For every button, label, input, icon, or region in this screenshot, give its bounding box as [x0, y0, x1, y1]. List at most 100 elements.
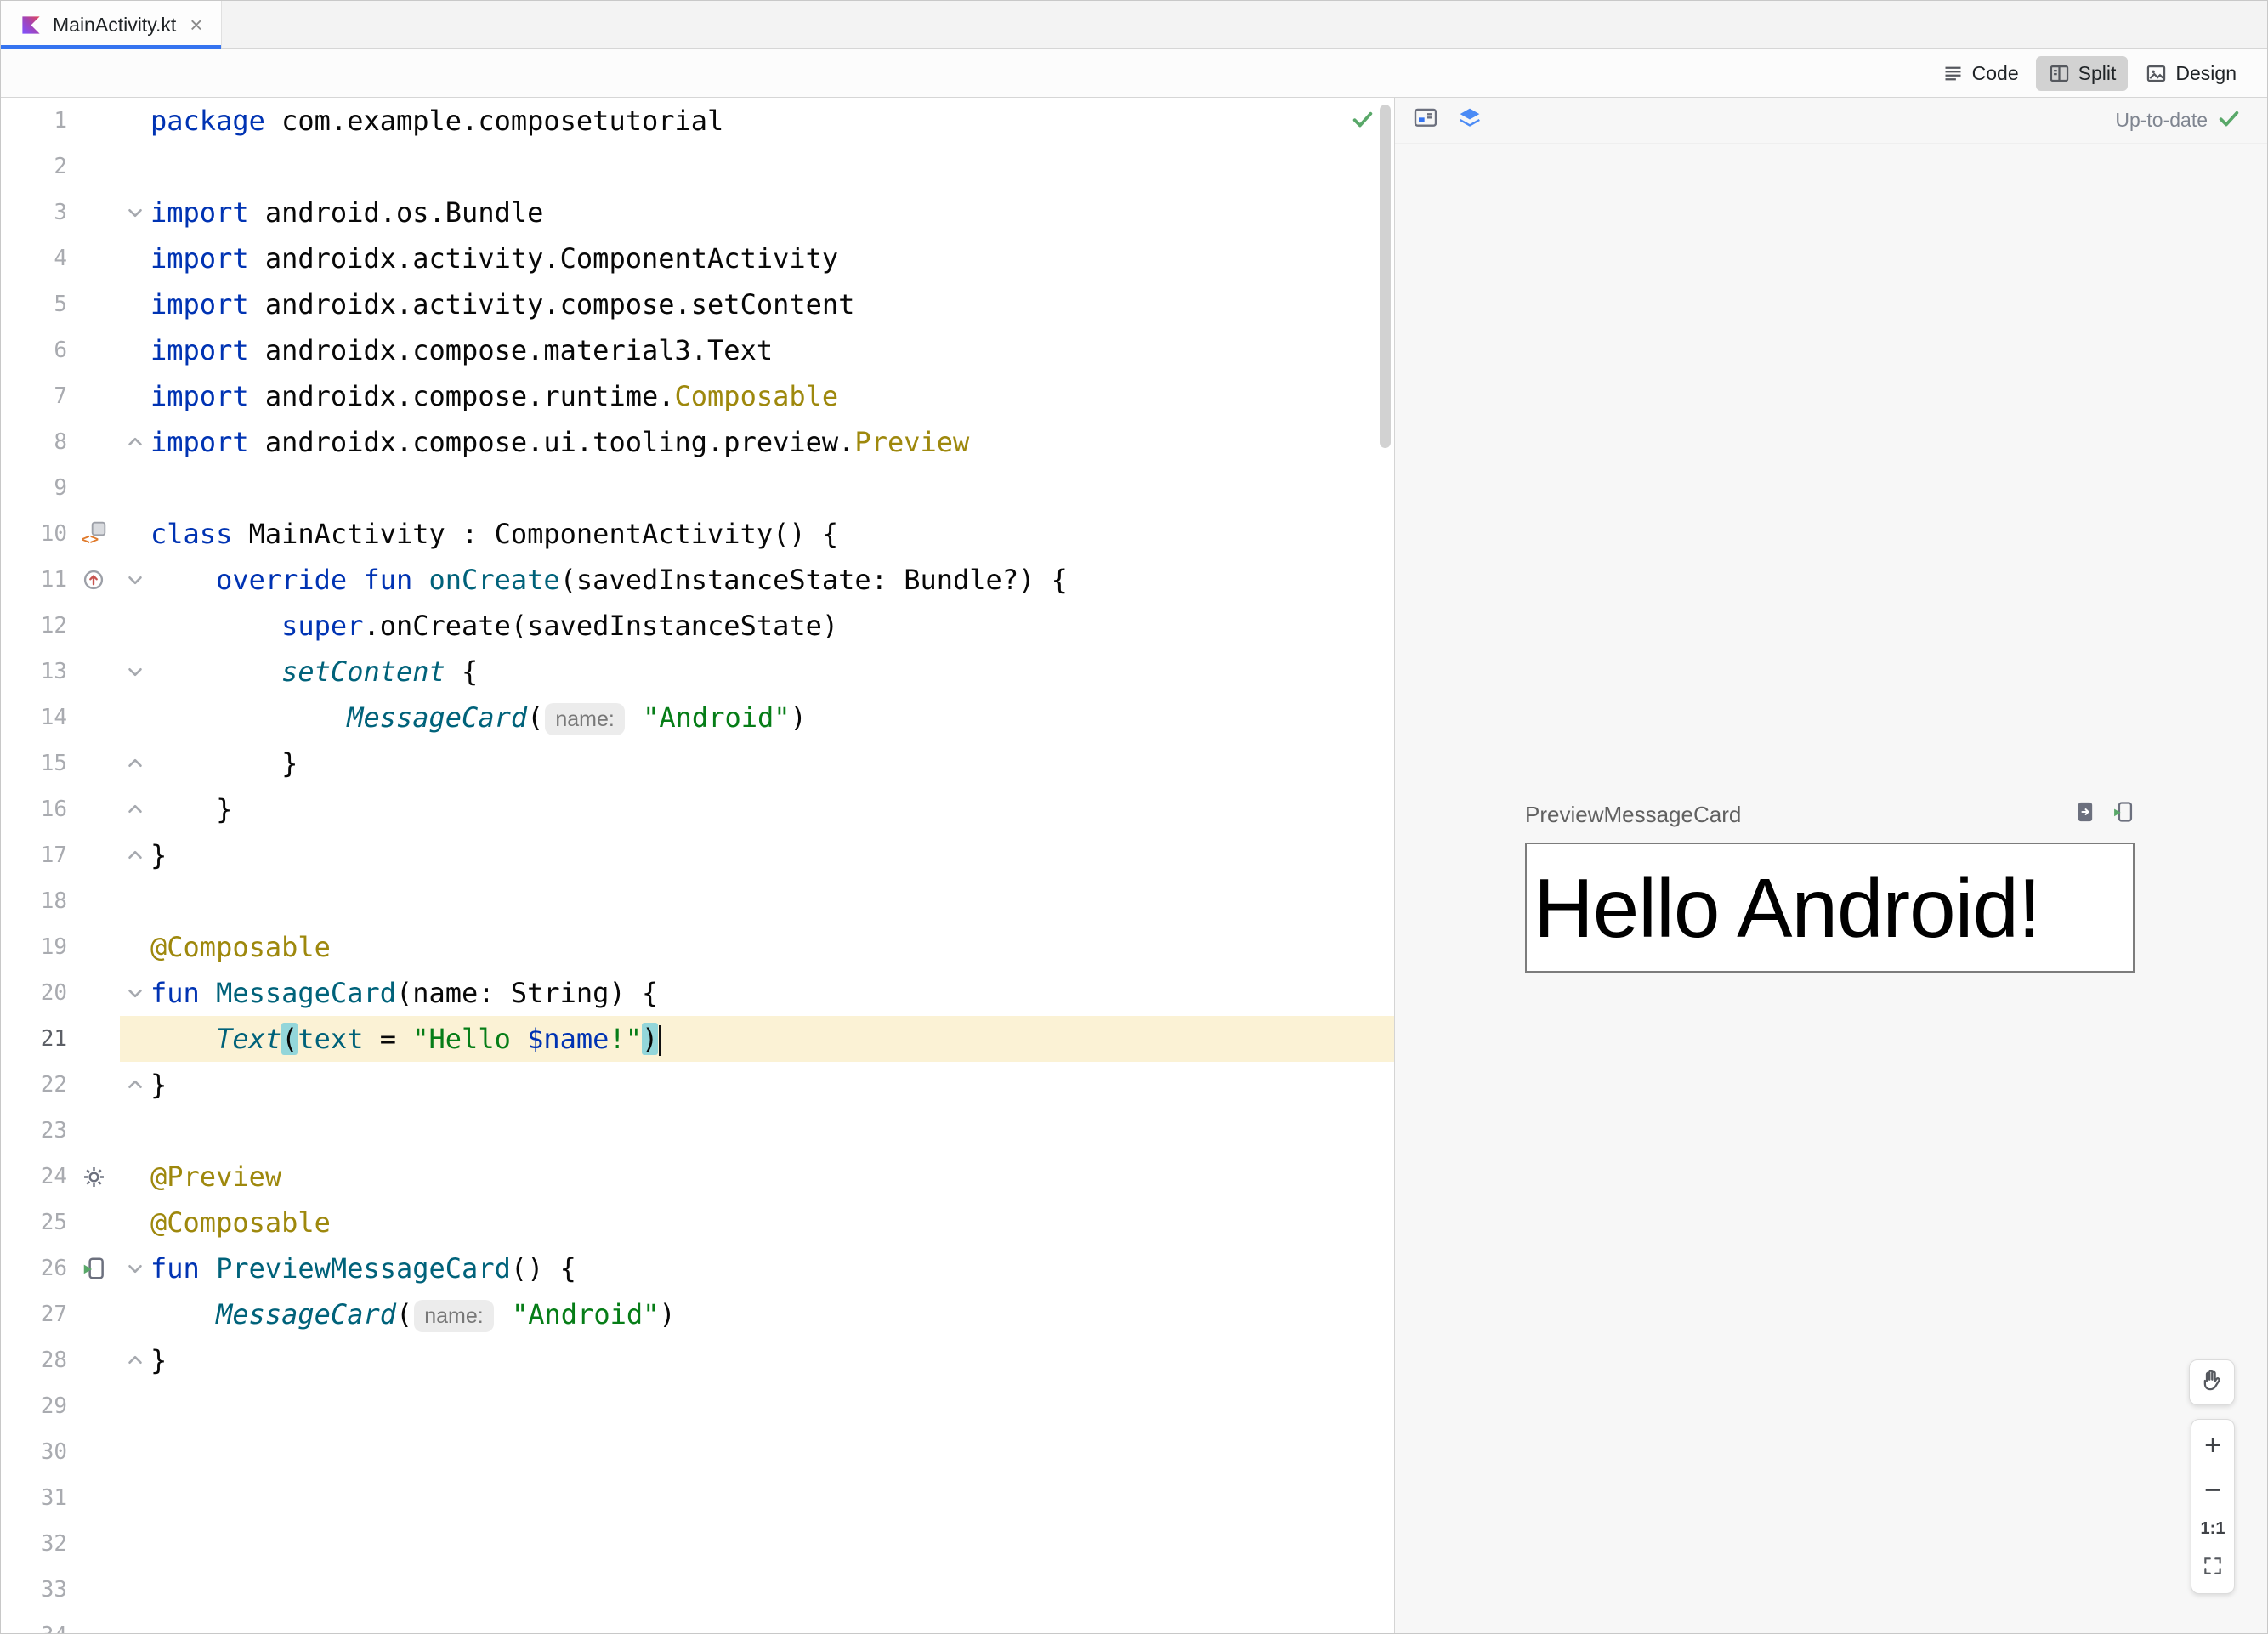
fold-down-icon[interactable] — [120, 970, 150, 1016]
code-text[interactable]: import androidx.activity.ComponentActivi… — [150, 235, 1394, 281]
code-text[interactable]: package com.example.composetutorial — [150, 98, 1394, 144]
run-preview-icon[interactable] — [67, 1245, 120, 1291]
code-text[interactable]: } — [150, 832, 1394, 878]
code-line: 8 import androidx.compose.ui.tooling.prev… — [1, 419, 1394, 465]
gutter-space — [67, 1383, 120, 1429]
fold-space — [120, 235, 150, 281]
code-text[interactable]: } — [150, 1337, 1394, 1383]
code-editor[interactable]: 1 package com.example.composetutorial 2 3 im… — [1, 98, 1395, 1633]
code-text[interactable]: setContent { — [150, 649, 1394, 695]
code-text[interactable] — [150, 1567, 1394, 1613]
fold-down-icon[interactable] — [120, 1245, 150, 1291]
code-line: 33 — [1, 1567, 1394, 1613]
code-text[interactable]: super.onCreate(savedInstanceState) — [150, 603, 1394, 649]
code-line: 30 — [1, 1429, 1394, 1475]
code-text[interactable]: @Composable — [150, 924, 1394, 970]
fold-space — [120, 373, 150, 419]
code-tag-icon[interactable]: <> — [67, 511, 120, 557]
code-text[interactable]: import androidx.compose.material3.Text — [150, 327, 1394, 373]
design-mode-button[interactable]: Design — [2133, 56, 2248, 91]
code-text[interactable]: import androidx.compose.runtime.Composab… — [150, 373, 1394, 419]
check-icon — [2216, 105, 2242, 136]
line-number: 1 — [54, 108, 67, 133]
pan-tool-button[interactable] — [2189, 1359, 2235, 1405]
inspection-status-icon[interactable] — [1350, 106, 1375, 136]
gutter-space — [67, 1291, 120, 1337]
code-text[interactable]: import androidx.compose.ui.tooling.previ… — [150, 419, 1394, 465]
code-text[interactable]: Text(text = "Hello $name!") — [150, 1016, 1394, 1062]
layers-icon[interactable] — [1456, 105, 1483, 136]
fold-space — [120, 1154, 150, 1200]
code-text[interactable]: @Preview — [150, 1154, 1394, 1200]
code-text[interactable] — [150, 1108, 1394, 1154]
code-text[interactable] — [150, 1429, 1394, 1475]
code-text[interactable] — [150, 1383, 1394, 1429]
line-number: 11 — [40, 567, 67, 593]
code-text[interactable] — [150, 878, 1394, 924]
code-text[interactable] — [150, 1613, 1394, 1633]
fold-up-icon[interactable] — [120, 1337, 150, 1383]
tab-mainactivity[interactable]: MainActivity.kt × — [1, 1, 223, 49]
code-text[interactable]: MessageCard(name: "Android") — [150, 695, 1394, 740]
fold-up-icon[interactable] — [120, 419, 150, 465]
zoom-controls: + − 1:1 — [2191, 1419, 2235, 1594]
gutter-space — [67, 878, 120, 924]
fold-space — [120, 878, 150, 924]
fold-space — [120, 924, 150, 970]
code-text[interactable] — [150, 1475, 1394, 1521]
code-text[interactable]: } — [150, 740, 1394, 786]
text-caret — [659, 1025, 662, 1056]
override-icon[interactable] — [67, 557, 120, 603]
code-text[interactable]: import android.os.Bundle — [150, 190, 1394, 235]
code-text[interactable]: fun MessageCard(name: String) { — [150, 970, 1394, 1016]
preview-rendered-text: Hello Android! — [1534, 860, 2041, 955]
code-line: 9 — [1, 465, 1394, 511]
code-mode-button[interactable]: Code — [1930, 56, 2031, 91]
close-icon[interactable]: × — [190, 14, 202, 36]
gutter-space — [67, 924, 120, 970]
ui-check-icon[interactable] — [1412, 105, 1439, 136]
code-text[interactable]: import androidx.activity.compose.setCont… — [150, 281, 1394, 327]
fold-up-icon[interactable] — [120, 740, 150, 786]
code-text[interactable]: override fun onCreate(savedInstanceState… — [150, 557, 1394, 603]
split-mode-button[interactable]: Split — [2035, 55, 2129, 91]
code-text[interactable]: } — [150, 786, 1394, 832]
code-text[interactable]: class MainActivity : ComponentActivity()… — [150, 511, 1394, 557]
fold-space — [120, 281, 150, 327]
code-mode-icon — [1942, 62, 1965, 85]
fold-down-icon[interactable] — [120, 190, 150, 235]
gutter-space — [67, 144, 120, 190]
gutter-space — [67, 373, 120, 419]
code-line: 13 setContent { — [1, 649, 1394, 695]
line-number: 33 — [40, 1577, 67, 1603]
gear-icon[interactable] — [67, 1154, 120, 1200]
jump-to-source-icon[interactable] — [2073, 800, 2097, 830]
fold-up-icon[interactable] — [120, 832, 150, 878]
code-text[interactable]: } — [150, 1062, 1394, 1108]
zoom-out-button[interactable]: − — [2191, 1476, 2234, 1505]
fold-down-icon[interactable] — [120, 649, 150, 695]
fold-up-icon[interactable] — [120, 1062, 150, 1108]
run-on-device-icon[interactable] — [2111, 800, 2135, 830]
editor-split-content: 1 package com.example.composetutorial 2 3 im… — [1, 98, 2267, 1633]
code-text[interactable]: MessageCard(name: "Android") — [150, 1291, 1394, 1337]
code-line: 32 — [1, 1521, 1394, 1567]
code-text[interactable] — [150, 465, 1394, 511]
line-number: 20 — [40, 980, 67, 1006]
editor-scrollbar-thumb[interactable] — [1380, 105, 1391, 448]
zoom-in-button[interactable]: + — [2191, 1431, 2234, 1460]
preview-card-label[interactable]: PreviewMessageCard — [1525, 802, 1741, 828]
code-text[interactable] — [150, 1521, 1394, 1567]
code-text[interactable] — [150, 144, 1394, 190]
fold-down-icon[interactable] — [120, 557, 150, 603]
code-text[interactable]: fun PreviewMessageCard() { — [150, 1245, 1394, 1291]
gutter-space — [67, 1475, 120, 1521]
zoom-fit-button[interactable] — [2191, 1553, 2234, 1582]
fold-up-icon[interactable] — [120, 786, 150, 832]
compose-preview-surface[interactable]: Hello Android! — [1525, 843, 2135, 973]
fit-icon — [2202, 1553, 2224, 1582]
line-number: 25 — [40, 1210, 67, 1235]
gutter-space — [67, 281, 120, 327]
code-text[interactable]: @Composable — [150, 1200, 1394, 1245]
zoom-actual-button[interactable]: 1:1 — [2191, 1520, 2234, 1537]
